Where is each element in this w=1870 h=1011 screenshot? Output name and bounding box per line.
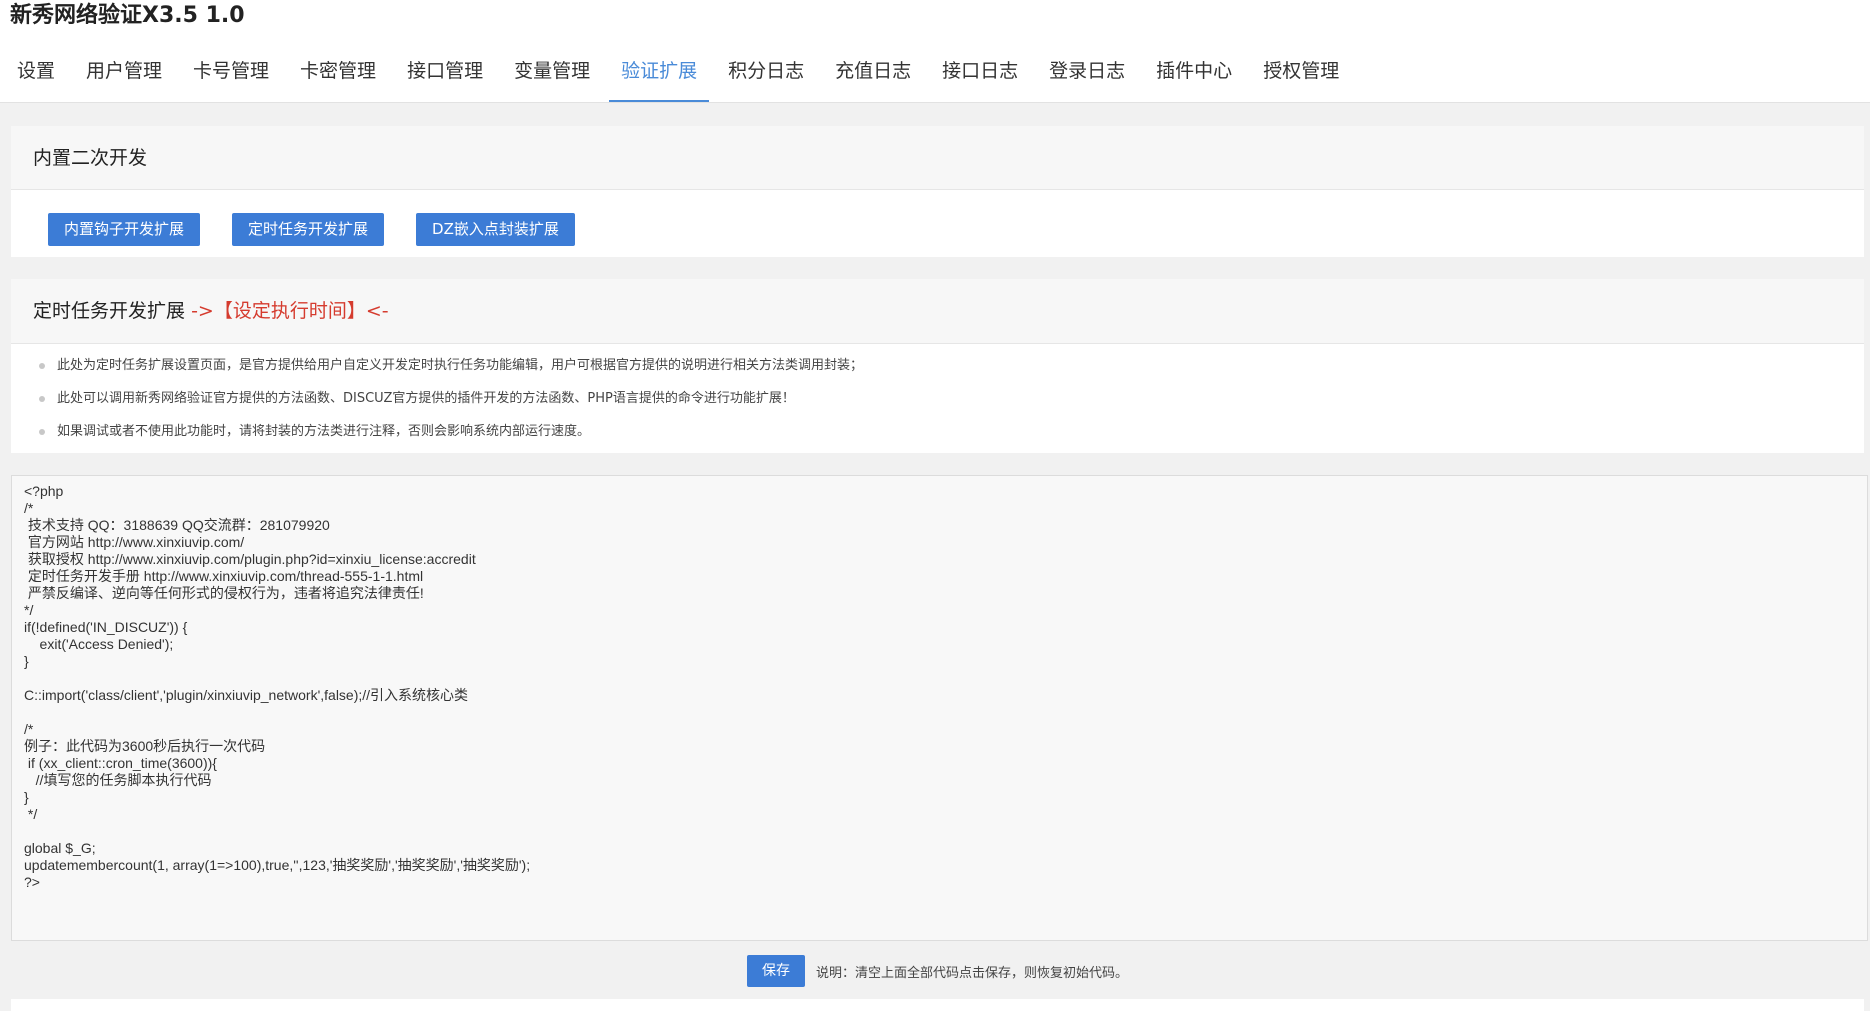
- cron-note-item: 此处可以调用新秀网络验证官方提供的方法函数、DISCUZ官方提供的插件开发的方法…: [37, 389, 863, 422]
- tab-variable-management[interactable]: 变量管理: [502, 50, 602, 102]
- bottom-panel-edge: [11, 999, 1864, 1011]
- code-content[interactable]: <?php /* 技术支持 QQ：3188639 QQ交流群：281079920…: [24, 483, 1855, 891]
- builtin-dev-panel: 内置二次开发 内置钩子开发扩展 定时任务开发扩展 DZ嵌入点封装扩展: [11, 126, 1864, 257]
- tab-login-log[interactable]: 登录日志: [1037, 50, 1137, 102]
- app-title: 新秀网络验证X3.5 1.0: [10, 3, 245, 28]
- dz-embed-extension-button[interactable]: DZ嵌入点封装扩展: [416, 213, 575, 246]
- tab-settings[interactable]: 设置: [5, 50, 67, 102]
- extension-button-row: 内置钩子开发扩展 定时任务开发扩展 DZ嵌入点封装扩展: [48, 213, 607, 246]
- tab-api-log[interactable]: 接口日志: [930, 50, 1030, 102]
- tab-verification-extension[interactable]: 验证扩展: [609, 50, 710, 102]
- cron-note-item: 如果调试或者不使用此功能时，请将封装的方法类进行注释，否则会影响系统内部运行速度…: [37, 422, 863, 455]
- cron-extension-button[interactable]: 定时任务开发扩展: [232, 213, 385, 246]
- code-editor[interactable]: <?php /* 技术支持 QQ：3188639 QQ交流群：281079920…: [11, 475, 1868, 941]
- cron-notes-list: 此处为定时任务扩展设置页面，是官方提供给用户自定义开发定时执行任务功能编辑，用户…: [37, 356, 863, 455]
- set-run-time-hint: ->【设定执行时间】<-: [191, 300, 389, 322]
- save-row: 保存 说明：清空上面全部代码点击保存，则恢复初始代码。: [747, 955, 1128, 987]
- tab-license-management[interactable]: 授权管理: [1251, 50, 1351, 102]
- tab-points-log[interactable]: 积分日志: [716, 50, 816, 102]
- cron-extension-title: 定时任务开发扩展: [33, 300, 186, 322]
- tab-user-management[interactable]: 用户管理: [74, 50, 174, 102]
- builtin-dev-title: 内置二次开发: [11, 126, 1864, 190]
- cron-extension-panel: 定时任务开发扩展 ->【设定执行时间】<- 此处为定时任务扩展设置页面，是官方提…: [11, 279, 1864, 453]
- tab-card-key-management[interactable]: 卡密管理: [288, 50, 388, 102]
- tab-plugin-center[interactable]: 插件中心: [1144, 50, 1244, 102]
- tab-api-management[interactable]: 接口管理: [395, 50, 495, 102]
- tab-recharge-log[interactable]: 充值日志: [823, 50, 923, 102]
- save-button[interactable]: 保存: [747, 955, 805, 987]
- top-header: 新秀网络验证X3.5 1.0 设置 用户管理 卡号管理 卡密管理 接口管理 变量…: [0, 0, 1870, 103]
- cron-note-item: 此处为定时任务扩展设置页面，是官方提供给用户自定义开发定时执行任务功能编辑，用户…: [37, 356, 863, 389]
- nav-tabs: 设置 用户管理 卡号管理 卡密管理 接口管理 变量管理 验证扩展 积分日志 充值…: [5, 50, 1358, 102]
- cron-extension-heading: 定时任务开发扩展 ->【设定执行时间】<-: [11, 279, 1864, 344]
- hook-extension-button[interactable]: 内置钩子开发扩展: [48, 213, 201, 246]
- tab-card-number-management[interactable]: 卡号管理: [181, 50, 281, 102]
- save-note: 说明：清空上面全部代码点击保存，则恢复初始代码。: [816, 965, 1129, 981]
